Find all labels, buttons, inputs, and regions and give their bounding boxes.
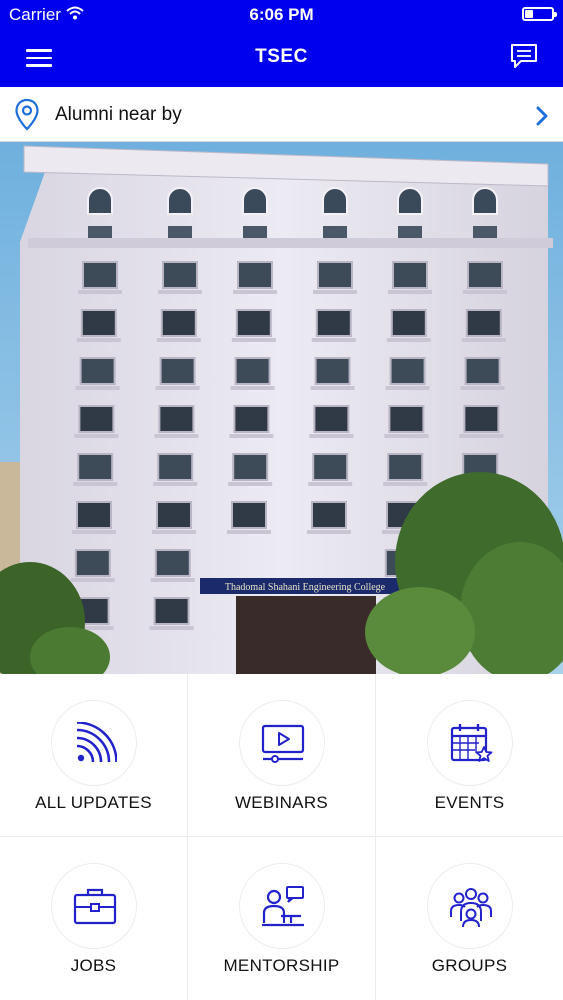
tile-icon-circle [50,863,137,949]
page-title: TSEC [255,46,308,67]
tile-groups[interactable]: GROUPS [376,837,563,1000]
chevron-right-icon[interactable] [535,106,549,131]
tile-icon-circle [50,700,137,786]
feature-grid: ALL UPDATES WEBINARS EVENTS JOBS MENTORS… [0,674,563,1000]
tile-webinars[interactable]: WEBINARS [188,674,376,837]
nav-bar: TSEC [0,30,563,87]
tile-jobs[interactable]: JOBS [0,837,188,1000]
tile-icon-circle [426,700,513,786]
rss-feed-icon [76,722,117,763]
tile-icon-circle [238,863,325,949]
tile-events[interactable]: EVENTS [376,674,563,837]
tile-label: JOBS [70,956,117,975]
status-time: 6:06 PM [249,5,314,24]
tile-mentorship[interactable]: MENTORSHIP [188,837,376,1000]
college-signboard-text: Thadomal Shahani Engineering College [225,582,386,593]
calendar-star-icon [450,724,492,762]
tile-label: MENTORSHIP [223,956,340,975]
status-bar: Carrier 6:06 PM [0,0,563,30]
alumni-near-by-row[interactable]: Alumni near by [0,87,563,142]
alumni-near-by-label: Alumni near by [55,104,182,125]
location-pin-icon [14,98,40,137]
briefcase-icon [73,888,116,925]
tile-label: EVENTS [434,793,505,812]
tile-all-updates[interactable]: ALL UPDATES [0,674,188,837]
top-bar: Carrier 6:06 PM TSEC [0,0,563,87]
tile-label: GROUPS [431,956,508,975]
college-banner-image: Thadomal Shahani Engineering College [0,142,563,674]
group-people-icon [449,888,492,928]
tile-label: WEBINARS [234,793,329,812]
battery-icon [522,7,557,21]
tile-icon-circle [426,863,513,949]
video-play-icon [261,724,304,763]
tile-label: ALL UPDATES [35,793,152,812]
chat-message-icon[interactable] [509,42,541,72]
tile-icon-circle [238,700,325,786]
mentor-icon [261,886,304,927]
